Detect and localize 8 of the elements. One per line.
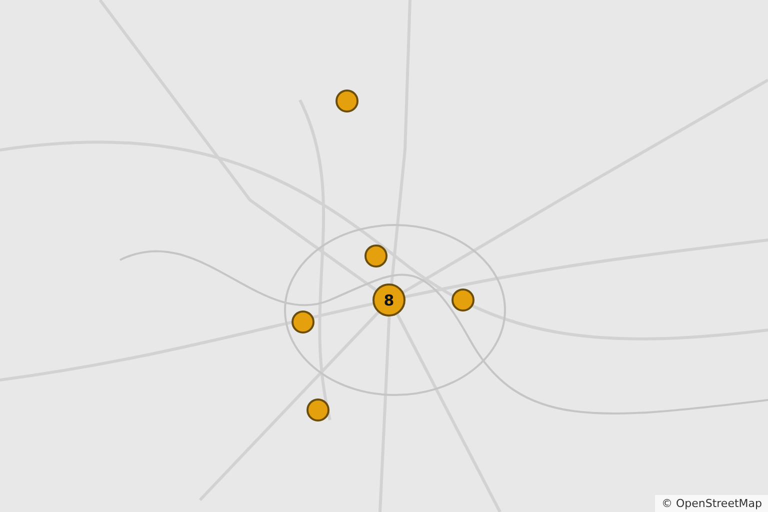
- map-marker[interactable]: [364, 244, 388, 268]
- map-marker[interactable]: [306, 398, 330, 422]
- map-marker[interactable]: [336, 90, 358, 112]
- map-marker[interactable]: [452, 288, 474, 312]
- map-marker[interactable]: [292, 310, 314, 334]
- map-background[interactable]: 8 © OpenStreetMap: [0, 0, 768, 512]
- map-attribution[interactable]: © OpenStreetMap: [655, 495, 768, 512]
- cluster-marker[interactable]: 8: [372, 284, 406, 316]
